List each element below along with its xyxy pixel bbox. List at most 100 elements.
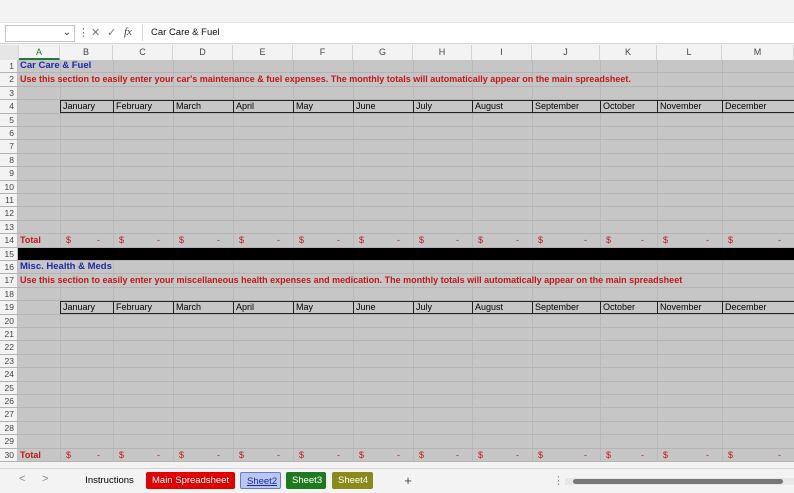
table-row[interactable]: 3 (0, 86, 794, 101)
month-header-cell[interactable]: December (722, 301, 794, 314)
tab-sheet2[interactable]: Sheet2 (240, 472, 281, 489)
enter-icon[interactable]: ✓ (107, 26, 116, 39)
tab-sheet3[interactable]: Sheet3 (286, 472, 326, 489)
month-header-cell[interactable]: May (293, 100, 354, 113)
row-header[interactable]: 3 (0, 86, 18, 100)
total-currency[interactable]: $ (419, 449, 424, 461)
table-row[interactable]: 12 (0, 207, 794, 221)
total-currency[interactable]: $ (728, 449, 733, 461)
month-header-cell[interactable]: September (532, 100, 601, 113)
month-header-cell[interactable]: December (722, 100, 794, 113)
total-value[interactable]: - (157, 449, 160, 461)
total-currency[interactable]: $ (606, 234, 611, 246)
total-currency[interactable]: $ (179, 449, 184, 461)
row-header[interactable]: 4 (0, 100, 18, 113)
column-header-h[interactable]: H (413, 45, 472, 60)
total-value[interactable]: - (97, 234, 100, 246)
row-header[interactable]: 27 (0, 408, 18, 421)
month-header-cell[interactable]: July (413, 100, 473, 113)
total-currency[interactable]: $ (663, 234, 668, 246)
table-row[interactable]: 2 Use this section to easily enter your c… (0, 73, 794, 87)
month-header-cell[interactable]: October (600, 100, 658, 113)
table-row[interactable]: 15 (0, 247, 794, 261)
table-row[interactable]: 29 (0, 435, 794, 449)
prev-sheet-icon[interactable]: < (19, 473, 25, 485)
table-row[interactable]: 14 Total $ - $ - $ - $ - $ - $ - $ - $ - $ - $ - $ - $ - (0, 234, 794, 248)
tab-main-spreadsheet[interactable]: Main Spreadsheet (146, 472, 235, 489)
table-row[interactable]: 26 (0, 395, 794, 409)
table-row[interactable]: 11 (0, 194, 794, 208)
month-header-cell[interactable]: March (173, 301, 234, 314)
month-header-cell[interactable]: November (657, 301, 723, 314)
row-header[interactable]: 8 (0, 153, 18, 167)
total-currency[interactable]: $ (359, 234, 364, 246)
total-currency[interactable]: $ (478, 449, 483, 461)
row-header[interactable]: 20 (0, 314, 18, 327)
month-header-cell[interactable]: August (472, 100, 533, 113)
total-value[interactable]: - (217, 449, 220, 461)
total-value[interactable]: - (706, 234, 709, 246)
total-value[interactable]: - (217, 234, 220, 246)
more-options-icon[interactable]: ⋮ (78, 26, 89, 39)
row-header[interactable]: 11 (0, 194, 18, 207)
table-row[interactable]: 7 (0, 140, 794, 154)
row-header[interactable]: 30 (0, 448, 18, 461)
month-header-cell[interactable]: November (657, 100, 723, 113)
total-currency[interactable]: $ (419, 234, 424, 246)
month-header-cell[interactable]: April (233, 301, 294, 314)
total-value[interactable]: - (516, 449, 519, 461)
total-value[interactable]: - (397, 449, 400, 461)
row-header[interactable]: 29 (0, 435, 18, 448)
row-header[interactable]: 23 (0, 354, 18, 368)
next-sheet-icon[interactable]: > (42, 473, 48, 485)
total-currency[interactable]: $ (299, 234, 304, 246)
column-header-a[interactable]: A (19, 45, 60, 60)
total-value[interactable]: - (778, 449, 781, 461)
total-currency[interactable]: $ (359, 449, 364, 461)
table-row[interactable]: 28 (0, 421, 794, 436)
month-header-cell[interactable]: April (233, 100, 294, 113)
total-value[interactable]: - (584, 449, 587, 461)
row-header[interactable]: 6 (0, 127, 18, 140)
table-row[interactable]: 19 January February March April May June July Au… (0, 301, 794, 315)
month-header-cell[interactable]: June (353, 100, 414, 113)
table-row[interactable]: 16 Misc. Health & Meds (0, 261, 794, 275)
total-currency[interactable]: $ (538, 234, 543, 246)
table-row[interactable]: 4 January February March April May June July Aug… (0, 100, 794, 114)
select-all-corner[interactable] (0, 45, 19, 60)
total-currency[interactable]: $ (119, 449, 124, 461)
total-value[interactable]: - (778, 234, 781, 246)
row-header[interactable]: 9 (0, 167, 18, 180)
scrollbar-thumb[interactable] (573, 479, 783, 484)
column-header-l[interactable]: L (657, 45, 722, 60)
row-header[interactable]: 22 (0, 341, 18, 354)
row-header[interactable]: 15 (0, 247, 18, 260)
table-row[interactable]: 30 Total $ - $ - $ - $ - $ - $ - $ - $ - $ - $ - $ - $ - (0, 448, 794, 462)
month-header-cell[interactable]: August (472, 301, 533, 314)
row-header[interactable]: 2 (0, 73, 18, 86)
total-currency[interactable]: $ (66, 449, 71, 461)
total-value[interactable]: - (584, 234, 587, 246)
row-header[interactable]: 14 (0, 234, 18, 247)
column-header-c[interactable]: C (113, 45, 173, 60)
table-row[interactable]: 9 (0, 167, 794, 181)
month-header-cell[interactable]: September (532, 301, 601, 314)
total-value[interactable]: - (337, 234, 340, 246)
total-value[interactable]: - (337, 449, 340, 461)
month-header-cell[interactable]: July (413, 301, 473, 314)
total-value[interactable]: - (516, 234, 519, 246)
table-row[interactable]: 25 (0, 381, 794, 395)
total-currency[interactable]: $ (179, 234, 184, 246)
fx-icon[interactable]: fx (124, 26, 132, 38)
total-currency[interactable]: $ (119, 234, 124, 246)
column-header-f[interactable]: F (293, 45, 353, 60)
total-value[interactable]: - (97, 449, 100, 461)
row-header[interactable]: 19 (0, 301, 18, 314)
total-currency[interactable]: $ (299, 449, 304, 461)
total-currency[interactable]: $ (239, 449, 244, 461)
tab-sheet4[interactable]: Sheet4 (332, 472, 373, 489)
name-box[interactable]: ⌄ (5, 25, 75, 42)
row-header[interactable]: 1 (0, 60, 18, 73)
column-header-m[interactable]: M (722, 45, 794, 60)
total-value[interactable]: - (456, 449, 459, 461)
